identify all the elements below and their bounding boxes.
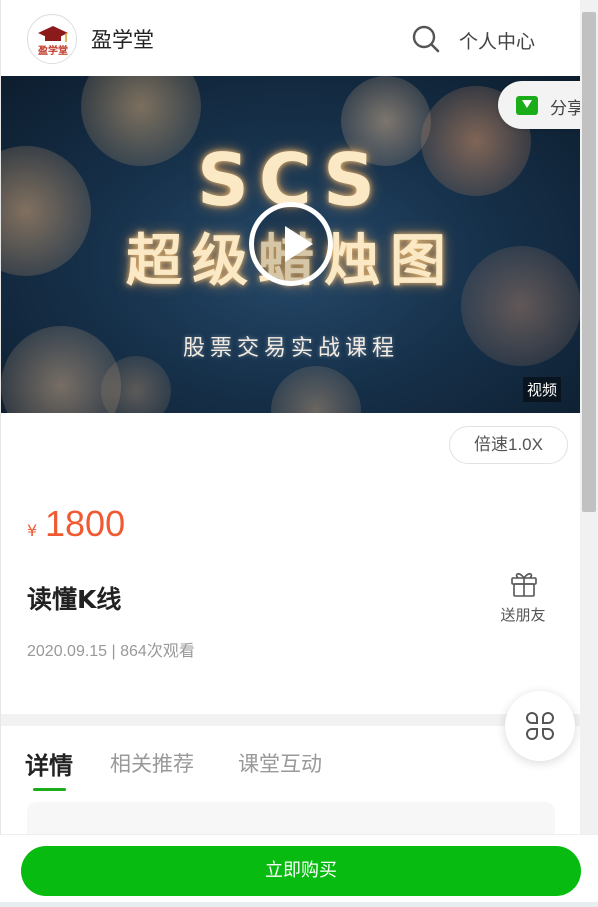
video-subtitle: 股票交易实战课程	[182, 336, 399, 361]
buy-now-button[interactable]: 立即购买	[21, 846, 581, 896]
scrollbar-thumb[interactable]	[582, 12, 596, 512]
play-button[interactable]	[249, 202, 333, 286]
bottom-strip	[0, 902, 598, 907]
gift-label: 送朋友	[500, 606, 546, 624]
active-tab-indicator	[33, 788, 66, 791]
svg-text:盈学堂: 盈学堂	[37, 44, 68, 57]
search-icon[interactable]	[411, 24, 441, 54]
playback-speed-button[interactable]: 倍速1.0X	[449, 426, 568, 464]
video-type-badge: 视频	[523, 377, 562, 402]
tab-interaction[interactable]: 课堂互动	[238, 748, 322, 778]
tab-details[interactable]: 详情	[25, 746, 73, 781]
tab-recommendations[interactable]: 相关推荐	[110, 748, 194, 778]
scrollbar[interactable]	[580, 0, 598, 834]
page: 盈学堂 盈学堂 个人中心 SCS 超级蜡烛图 股票交易实战课程 视频 倍速1.0…	[0, 0, 581, 907]
bokeh	[271, 366, 361, 413]
price-currency: ¥	[27, 521, 38, 540]
course-meta: 2020.09.15 | 864次观看	[27, 643, 195, 660]
gift-icon	[509, 568, 539, 598]
grid-menu-icon	[526, 712, 554, 740]
gift-to-friend-button[interactable]: 送朋友	[495, 568, 555, 628]
wechat-share-icon	[516, 96, 538, 115]
user-center-link[interactable]: 个人中心	[459, 27, 535, 54]
logo[interactable]: 盈学堂	[27, 14, 77, 64]
floating-menu-button[interactable]	[505, 691, 575, 761]
share-label: 分享	[550, 99, 584, 119]
brand-name: 盈学堂	[91, 28, 154, 52]
video-player[interactable]: SCS 超级蜡烛图 股票交易实战课程 视频	[1, 76, 581, 413]
bokeh	[101, 356, 171, 413]
bottom-action-bar: 立即购买	[0, 834, 598, 907]
header: 盈学堂 盈学堂 个人中心	[1, 0, 581, 76]
play-icon	[285, 226, 313, 262]
course-title: 读懂K线	[27, 585, 122, 614]
price-value: 1800	[45, 503, 126, 544]
section-divider	[1, 714, 581, 726]
